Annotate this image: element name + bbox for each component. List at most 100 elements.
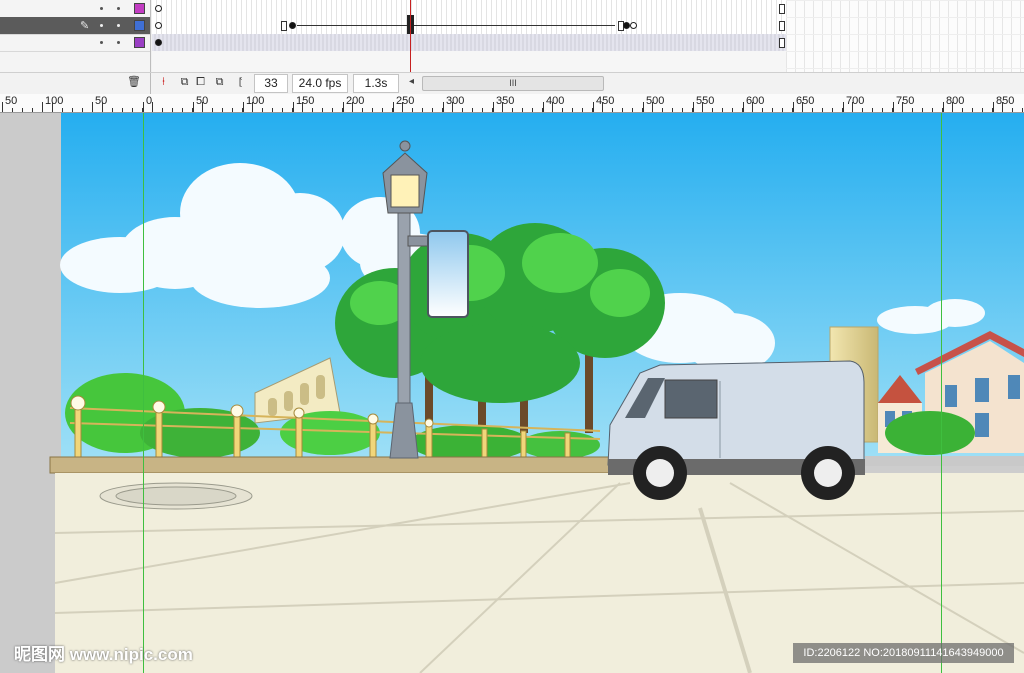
current-frame-field[interactable]: 33 [254, 74, 288, 93]
ruler-minor-tick [1002, 102, 1003, 112]
frame-end[interactable] [779, 21, 785, 31]
ruler-minor-tick [302, 102, 303, 112]
ruler-label: 400 [546, 95, 565, 107]
layer-row-2[interactable]: ✎ [0, 17, 150, 35]
trash-icon[interactable]: 🗑 [127, 76, 141, 89]
ruler-major-tick [443, 102, 444, 112]
visibility-dot[interactable] [100, 41, 103, 44]
guide-line-right[interactable] [941, 113, 942, 673]
frame-end[interactable] [281, 21, 287, 31]
elapsed-time-field[interactable]: 1.3s [353, 74, 399, 93]
ruler-minor-tick [902, 102, 903, 112]
visibility-dot[interactable] [100, 24, 103, 27]
layer-row-1[interactable] [0, 0, 150, 18]
keyframe-empty[interactable] [155, 5, 162, 12]
center-frame-icon[interactable]: ⍿ [157, 76, 170, 89]
lock-dot[interactable] [117, 7, 120, 10]
ruler-minor-tick [692, 108, 693, 112]
ruler-minor-tick [842, 108, 843, 112]
layer-color-swatch[interactable] [134, 37, 145, 48]
ruler-minor-tick [202, 102, 203, 112]
ruler-minor-tick [442, 108, 443, 112]
ruler-major-tick [893, 102, 894, 112]
ruler-minor-tick [502, 102, 503, 112]
watermark-left: 昵图网 www.nipic.com [14, 645, 193, 664]
ruler-major-tick [693, 102, 694, 112]
ruler-major-tick [543, 102, 544, 112]
lock-dot[interactable] [117, 41, 120, 44]
edit-multiple-frames-icon[interactable]: ⧉ [213, 76, 226, 89]
keyframe-empty[interactable] [155, 22, 162, 29]
ruler-minor-tick [602, 102, 603, 112]
ruler-major-tick [743, 102, 744, 112]
frame-end[interactable] [779, 38, 785, 48]
ruler-minor-tick [662, 108, 663, 112]
ruler-minor-tick [512, 108, 513, 112]
ruler-minor-tick [562, 108, 563, 112]
ruler-minor-tick [362, 108, 363, 112]
ruler-minor-tick [742, 108, 743, 112]
stage[interactable]: 昵图网 www.nipic.com ID:2206122 NO:20180911… [0, 113, 1024, 673]
layer-list: ✎ [0, 0, 151, 72]
ruler-major-tick [193, 102, 194, 112]
layer-color-swatch[interactable] [134, 3, 145, 14]
visibility-dot[interactable] [100, 7, 103, 10]
ruler-label: 700 [846, 95, 865, 107]
layer-color-swatch[interactable] [134, 20, 145, 31]
ruler-label: 600 [746, 95, 765, 107]
keyframe[interactable] [289, 22, 296, 29]
ruler-minor-tick [782, 108, 783, 112]
ruler-minor-tick [702, 102, 703, 112]
ruler-minor-tick [1012, 108, 1013, 112]
ruler-minor-tick [372, 108, 373, 112]
frame-row-1[interactable] [152, 0, 786, 18]
ruler-label: 850 [996, 95, 1015, 107]
frame-empty-area [152, 51, 786, 72]
ruler-minor-tick [22, 108, 23, 112]
ruler-minor-tick [342, 108, 343, 112]
frame-end[interactable] [779, 4, 785, 14]
modify-markers-icon[interactable]: ⦍ [234, 76, 247, 89]
ruler-minor-tick [212, 108, 213, 112]
ruler-minor-tick [532, 108, 533, 112]
keyframe-empty[interactable] [630, 22, 637, 29]
stage-gutter [0, 113, 61, 673]
curb [49, 456, 611, 474]
frame-row-2[interactable] [152, 17, 786, 35]
ruler-minor-tick [162, 108, 163, 112]
lock-dot[interactable] [117, 24, 120, 27]
timeline-scroll-thumb[interactable]: III [422, 76, 604, 91]
ruler-minor-tick [942, 108, 943, 112]
ruler-minor-tick [402, 102, 403, 112]
onion-skin-icon[interactable]: ⧉ [178, 76, 191, 89]
watermark-right: ID:2206122 NO:20180911141643949000 [793, 643, 1014, 663]
ruler-minor-tick [452, 102, 453, 112]
ruler-minor-tick [282, 108, 283, 112]
scroll-left-arrow-icon[interactable]: ◂ [409, 76, 414, 87]
ruler-minor-tick [522, 108, 523, 112]
ruler-minor-tick [752, 102, 753, 112]
layer-row-3[interactable] [0, 34, 150, 52]
frame-rate-field[interactable]: 24.0 fps [292, 74, 348, 93]
ruler-minor-tick [92, 108, 93, 112]
ruler-label: 450 [596, 95, 615, 107]
keyframe[interactable] [623, 22, 630, 29]
ruler-minor-tick [392, 108, 393, 112]
divider [150, 73, 151, 94]
ruler-minor-tick [572, 108, 573, 112]
ruler-minor-tick [672, 108, 673, 112]
frame-grid[interactable] [152, 0, 786, 72]
ruler-minor-tick [772, 108, 773, 112]
ruler-minor-tick [412, 108, 413, 112]
keyframe[interactable] [155, 39, 162, 46]
guide-line-left[interactable] [143, 113, 144, 673]
ruler-label: 100 [45, 95, 64, 107]
frame-row-3[interactable] [152, 34, 786, 52]
ruler-minor-tick [992, 108, 993, 112]
ruler-minor-tick [652, 102, 653, 112]
ruler-minor-tick [272, 108, 273, 112]
ruler-minor-tick [922, 108, 923, 112]
onion-outline-icon[interactable]: ⧠ [194, 76, 207, 89]
ruler-minor-tick [762, 108, 763, 112]
ruler-major-tick [993, 102, 994, 112]
